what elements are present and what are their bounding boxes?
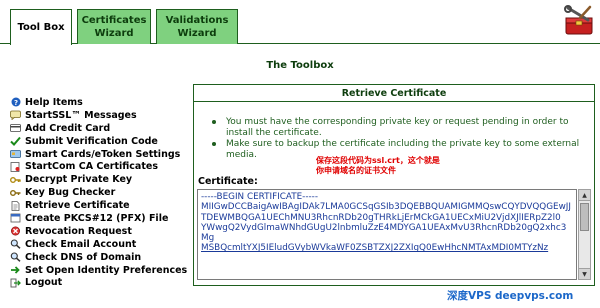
certificate-icon [10,161,21,172]
toolbox-menu: ? Help Items StartSSL™ Messages Add Cred… [10,96,190,289]
pfx-icon [10,213,21,223]
watermark: 深度VPS deepvps.com [447,290,574,302]
certificate-line: YWwgQ2VydGlmaWNhdGUgU2lnbmluZzE4MDYGA1UE… [201,222,567,244]
scroll-thumb[interactable] [580,203,589,231]
tab-tool-box[interactable]: Tool Box [10,9,72,45]
toolbox-logo [564,5,593,35]
certificate-line: TDEWMBQGA1UEChMNU3RhcnRDb20gTHRkLjErMCkG… [201,212,561,223]
tab-label: Validations Wizard [165,15,229,39]
menu-item-create-pkcs12[interactable]: Create PKCS#12 (PFX) File [10,212,190,225]
menu-item-set-open-identity-preferences[interactable]: Set Open Identity Preferences [10,264,190,277]
arrow-icon [10,265,21,275]
menu-item-label: Create PKCS#12 (PFX) File [25,212,169,224]
certificate-line: -----BEGIN CERTIFICATE----- [201,192,319,202]
question-icon: ? [10,97,21,107]
menu-item-add-credit-card[interactable]: Add Credit Card [10,122,190,135]
menu-item-label: Check Email Account [25,238,137,250]
menu-item-label: Set Open Identity Preferences [25,264,188,276]
certificate-textarea[interactable]: -----BEGIN CERTIFICATE----- MIIGwDCCBaig… [197,189,577,280]
menu-item-label: Logout [25,277,63,289]
menu-item-label: Revocation Request [25,225,132,237]
check-icon [10,136,21,147]
certificate-line: MIIGwDCCBaigAwIBAgIDAk7LMA0GCSqGSIb3DQEB… [201,202,571,213]
menu-item-check-email-account[interactable]: Check Email Account [10,238,190,251]
menu-item-label: StartSSL™ Messages [25,109,137,121]
certificate-line: MSBQcmltYXJ5IEludGVybWVkaWF0ZSBTZXJ2ZXIg… [201,243,549,254]
annotation-note: 保存这段代码为ssl.crt，这个就是 你申请域名的证书文件 [316,156,476,176]
menu-item-label: Add Credit Card [25,122,111,134]
tab-certificates-wizard[interactable]: Certificates Wizard [77,9,151,44]
menu-item-retrieve-certificate[interactable]: Retrieve Certificate [10,199,190,212]
menu-item-label: Submit Verification Code [25,135,158,147]
chat-icon [10,110,21,121]
tab-validations-wizard[interactable]: Validations Wizard [156,9,238,44]
tab-label: Tool Box [17,22,65,33]
certificate-scrollbar[interactable]: ▲ ▼ [578,189,591,280]
retrieve-certificate-panel: Retrieve Certificate You must have the c… [193,84,595,286]
menu-item-startcom-ca-certificates[interactable]: StartCom CA Certificates [10,160,190,173]
tab-label: Certificates Wizard [81,15,147,39]
menu-item-revocation-request[interactable]: Revocation Request [10,225,190,238]
magnifier-icon [10,252,21,263]
logout-icon [10,278,21,288]
menu-item-label: Check DNS of Domain [25,251,142,263]
document-icon [10,200,21,211]
menu-item-label: Key Bug Checker [25,187,116,199]
annotation-line: 你申请域名的证书文件 [316,166,396,175]
panel-title: Retrieve Certificate [194,85,594,102]
card-icon [10,123,21,133]
menu-item-key-bug-checker[interactable]: Key Bug Checker [10,186,190,199]
smartcard-icon [10,149,21,159]
menu-item-label: Help Items [25,96,83,108]
scroll-down-icon[interactable]: ▼ [579,268,590,279]
menu-item-decrypt-private-key[interactable]: Decrypt Private Key [10,173,190,186]
key-bug-icon [10,188,21,198]
menu-item-logout[interactable]: Logout [10,276,190,289]
menu-item-label: Retrieve Certificate [25,200,130,212]
menu-item-help-items[interactable]: ? Help Items [10,96,190,109]
key-icon [10,175,21,185]
menu-item-startssl-messages[interactable]: StartSSL™ Messages [10,109,190,122]
menu-item-submit-verification-code[interactable]: Submit Verification Code [10,135,190,148]
menu-item-label: StartCom CA Certificates [25,161,158,173]
svg-text:?: ? [13,99,17,107]
tab-bar: Tool Box Certificates Wizard Validations… [0,0,600,45]
magnifier-icon [10,239,21,250]
annotation-line: 保存这段代码为ssl.crt，这个就是 [316,156,440,165]
instruction-item: You must have the corresponding private … [208,117,593,138]
scroll-up-icon[interactable]: ▲ [579,190,590,201]
menu-item-label: Decrypt Private Key [25,174,133,186]
instruction-list: You must have the corresponding private … [208,117,593,161]
menu-item-check-dns-of-domain[interactable]: Check DNS of Domain [10,251,190,264]
revoke-icon [10,226,21,236]
menu-item-label: Smart Cards/eToken Settings [25,148,181,160]
page-title: The Toolbox [266,60,334,71]
menu-item-smart-cards[interactable]: Smart Cards/eToken Settings [10,148,190,161]
certificate-label: Certificate: [198,176,258,187]
